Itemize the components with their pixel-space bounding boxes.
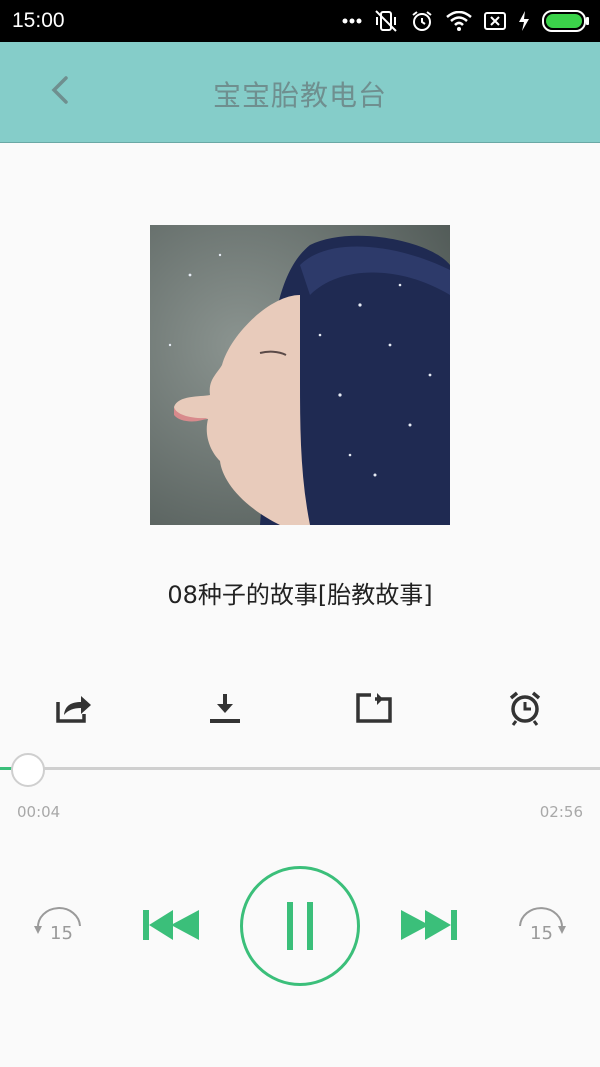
rewind-15-button[interactable]: 15 [30, 906, 86, 946]
status-bar: 15:00 [0, 0, 600, 42]
battery-icon [542, 10, 590, 32]
album-cover [150, 225, 450, 525]
elapsed-time: 00:04 [17, 803, 61, 821]
status-time: 15:00 [12, 9, 65, 32]
charging-icon [518, 11, 530, 31]
vibrate-off-icon [374, 9, 398, 33]
repeat-button[interactable] [352, 688, 396, 732]
action-row [0, 688, 600, 732]
app-header: 宝宝胎教电台 [0, 42, 600, 143]
next-track-button[interactable] [399, 910, 457, 944]
wifi-icon [446, 11, 472, 31]
seek-thumb[interactable] [11, 753, 45, 787]
dots-icon [342, 17, 362, 25]
timer-alarm-icon [507, 690, 543, 730]
alarm-icon [410, 9, 434, 33]
total-time: 02:56 [539, 803, 583, 821]
page-title: 宝宝胎教电台 [212, 79, 387, 112]
previous-track-button[interactable] [143, 910, 201, 944]
download-icon [208, 692, 242, 728]
pause-button[interactable] [240, 866, 360, 986]
status-icons [342, 9, 590, 33]
track-title: 08种子的故事[胎教故事] [167, 581, 433, 609]
forward-15-button[interactable]: 15 [514, 906, 570, 946]
seek-track [0, 767, 600, 770]
playback-controls: 15 15 [0, 866, 600, 988]
skip-next-icon [399, 908, 457, 946]
sleep-timer-button[interactable] [503, 688, 547, 732]
repeat-icon [355, 692, 393, 728]
share-icon [55, 692, 93, 728]
forward-label: 15 [530, 923, 553, 944]
share-button[interactable] [52, 688, 96, 732]
seek-bar[interactable] [0, 753, 600, 787]
download-button[interactable] [203, 688, 247, 732]
rewind-15-icon: 15 [30, 904, 86, 948]
forward-15-icon: 15 [514, 904, 570, 948]
pause-icon [280, 902, 320, 950]
skip-previous-icon [143, 908, 201, 946]
sim-off-icon [484, 11, 506, 31]
rewind-label: 15 [50, 923, 73, 944]
